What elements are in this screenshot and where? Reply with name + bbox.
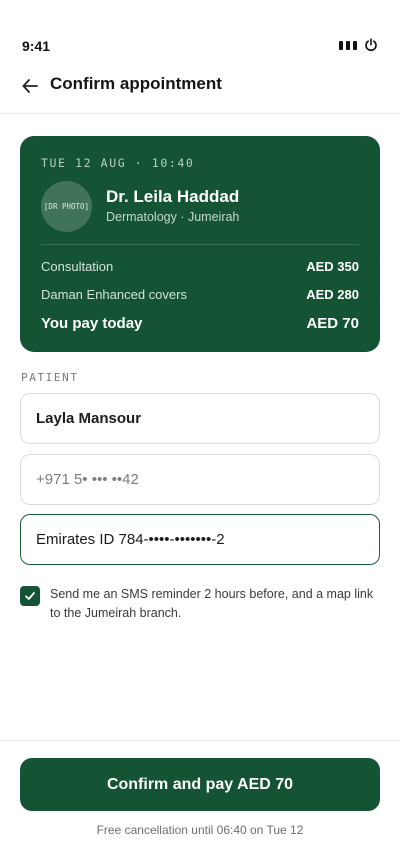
price-label: Daman Enhanced covers xyxy=(41,287,187,302)
arrow-left-icon xyxy=(22,79,38,93)
patient-section-label: PATIENT xyxy=(21,371,79,384)
page-title: Confirm appointment xyxy=(50,74,222,93)
patient-name-input[interactable] xyxy=(20,393,380,444)
price-value: AED 280 xyxy=(306,287,359,302)
price-row-consultation: Consultation AED 350 xyxy=(41,259,359,274)
status-icons xyxy=(339,38,378,52)
emirates-id-input[interactable] xyxy=(20,514,380,565)
doctor-name: Dr. Leila Haddad xyxy=(106,187,240,206)
price-row-total: You pay today AED 70 xyxy=(41,315,359,332)
confirm-and-pay-button[interactable]: Confirm and pay AED 70 xyxy=(20,758,380,811)
appointment-summary-card: TUE 12 AUG · 10:40 [DR PHOTO] Dr. Leila … xyxy=(20,136,380,352)
back-button[interactable] xyxy=(16,72,44,100)
price-label: Consultation xyxy=(41,259,114,274)
doctor-photo-placeholder: [DR PHOTO] xyxy=(41,181,92,232)
price-row-insurance: Daman Enhanced covers AED 280 xyxy=(41,287,359,302)
sms-reminder-checkbox[interactable] xyxy=(20,586,40,606)
status-bar: 9:41 xyxy=(0,0,400,64)
price-value: AED 70 xyxy=(306,315,359,332)
cancellation-note: Free cancellation until 06:40 on Tue 12 xyxy=(96,823,304,837)
footer: Confirm and pay AED 70 Free cancellation… xyxy=(0,740,400,866)
signal-icon xyxy=(339,40,357,50)
appointment-datetime: TUE 12 AUG · 10:40 xyxy=(41,156,195,170)
status-time: 9:41 xyxy=(22,38,51,54)
app-header: Confirm appointment xyxy=(0,64,400,114)
price-value: AED 350 xyxy=(306,259,359,274)
phone-input[interactable] xyxy=(20,454,380,505)
doctor-specialty: Dermatology · Jumeirah xyxy=(106,210,240,224)
card-divider xyxy=(41,244,359,245)
sms-reminder-text: Send me an SMS reminder 2 hours before, … xyxy=(50,587,374,620)
sms-reminder-row: Send me an SMS reminder 2 hours before, … xyxy=(20,585,380,623)
price-label: You pay today xyxy=(41,315,143,332)
power-icon xyxy=(365,38,377,52)
checkmark-icon xyxy=(25,592,35,600)
